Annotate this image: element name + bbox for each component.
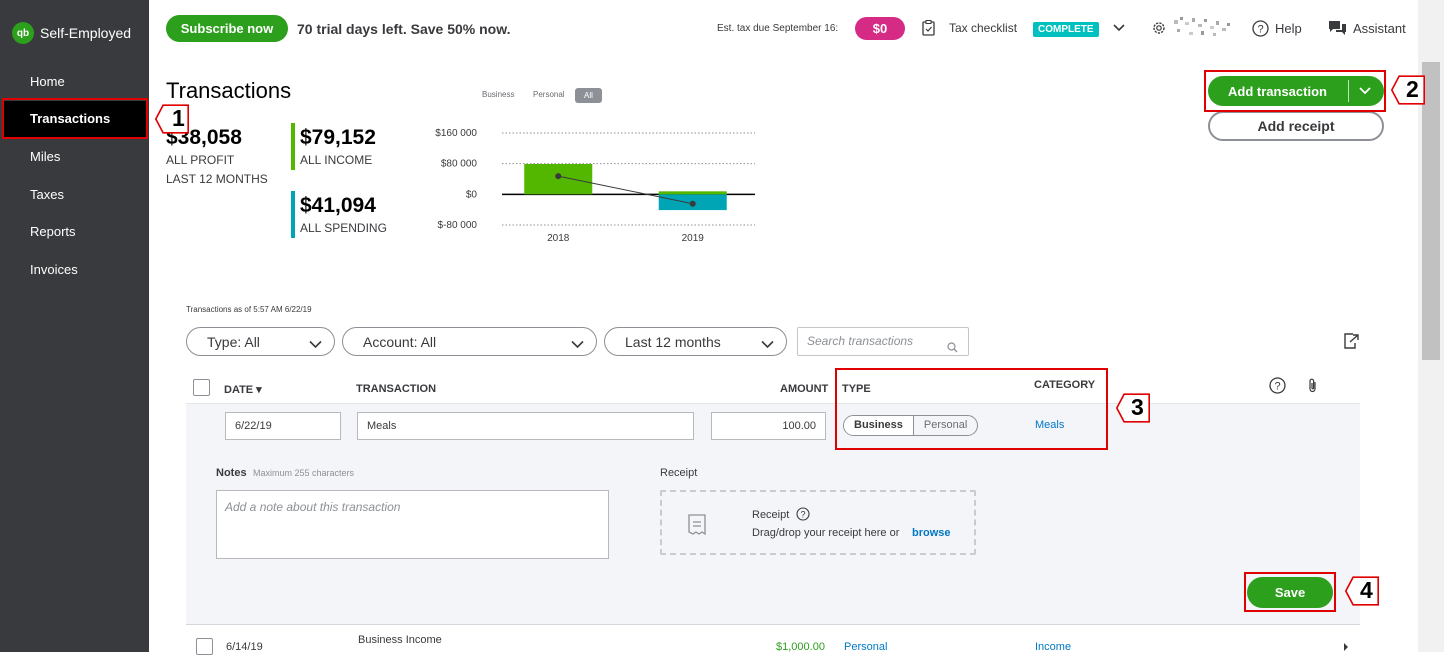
callout-2-number: 2 <box>1406 76 1419 102</box>
y-tick-label: $80 000 <box>441 159 478 170</box>
est-tax-badge[interactable]: $0 <box>855 17 905 40</box>
quickbooks-logo-icon: qb <box>12 22 34 44</box>
y-tick-label: $-80 000 <box>438 220 478 231</box>
row-transaction[interactable]: Business Income <box>358 634 442 646</box>
help-icon[interactable]: ? <box>796 507 810 526</box>
receipt-dropzone[interactable]: Receipt ? Drag/drop your receipt here or… <box>660 490 976 555</box>
period-filter-label: Last 12 months <box>625 333 721 350</box>
trial-message: 70 trial days left. Save 50% now. <box>297 21 511 37</box>
period-filter-dropdown[interactable]: Last 12 months <box>604 327 787 356</box>
svg-text:?: ? <box>800 510 805 520</box>
notes-label: Notes <box>216 467 247 479</box>
spending-label: ALL SPENDING <box>300 221 387 235</box>
x-tick-label: 2018 <box>547 233 570 244</box>
y-tick-label: $160 000 <box>435 128 477 139</box>
highlight-type-category <box>835 368 1108 450</box>
sidebar-item-taxes[interactable]: Taxes <box>0 177 149 213</box>
help-link[interactable]: Help <box>1275 21 1302 36</box>
highlight-save <box>1244 572 1336 612</box>
browse-link[interactable]: browse <box>912 527 951 539</box>
transaction-column-header[interactable]: TRANSACTION <box>356 383 436 395</box>
income-label: ALL INCOME <box>300 153 373 167</box>
receipt-box-title: Receipt <box>752 509 790 521</box>
highlight-add-transaction <box>1204 70 1386 112</box>
chevron-down-icon <box>761 336 774 352</box>
row-expand-icon[interactable] <box>1342 643 1350 651</box>
row-category-link[interactable]: Income <box>1035 641 1071 653</box>
type-filter-dropdown[interactable]: Type: All <box>186 327 335 356</box>
notes-hint: Maximum 255 characters <box>253 468 355 478</box>
highlight-transactions <box>2 98 148 139</box>
brand[interactable]: qb Self-Employed <box>12 22 131 44</box>
account-filter-dropdown[interactable]: Account: All <box>342 327 597 356</box>
brand-name: Self-Employed <box>40 25 132 41</box>
profit-period: LAST 12 MONTHS <box>166 172 268 186</box>
sidebar-item-reports[interactable]: Reports <box>0 214 149 250</box>
est-tax-label: Est. tax due September 16: <box>717 23 839 34</box>
complete-badge: COMPLETE <box>1033 22 1099 37</box>
search-icon[interactable] <box>947 336 958 363</box>
chart-toggle-business[interactable]: Business <box>482 90 514 99</box>
chevron-down-icon <box>309 336 322 352</box>
x-tick-label: 2019 <box>682 233 705 244</box>
svg-text:?: ? <box>1274 380 1280 392</box>
receipt-box-text: Drag/drop your receipt here or <box>752 527 900 539</box>
receipt-icon <box>686 514 708 541</box>
assistant-link[interactable]: Assistant <box>1353 21 1406 36</box>
profit-label: ALL PROFIT <box>166 153 235 167</box>
assistant-chat-icon[interactable] <box>1327 19 1347 37</box>
income-bar <box>658 191 727 195</box>
row-date: 6/14/19 <box>226 641 263 653</box>
amount-input[interactable]: 100.00 <box>711 412 826 440</box>
sidebar-item-miles[interactable]: Miles <box>0 139 149 175</box>
profit-point <box>689 200 696 207</box>
search-transactions-input[interactable]: Search transactions <box>797 327 969 356</box>
row-type-link[interactable]: Personal <box>844 641 887 653</box>
row-amount: $1,000.00 <box>776 641 825 653</box>
chevron-down-icon[interactable] <box>1112 21 1126 35</box>
income-spending-chart: $160 000 $80 000 $0 $-80 000 2018 2019 <box>435 128 755 244</box>
notes-textarea[interactable]: Add a note about this transaction <box>216 490 609 559</box>
account-filter-label: Account: All <box>363 333 437 350</box>
receipt-label: Receipt <box>660 467 698 479</box>
callout-4-number: 4 <box>1360 577 1373 603</box>
profit-point <box>555 173 562 180</box>
spending-color-bar <box>291 191 295 238</box>
help-icon[interactable]: ? <box>1251 19 1269 37</box>
sidebar-item-home[interactable]: Home <box>0 64 149 100</box>
spending-value: $41,094 <box>300 194 376 217</box>
row-checkbox[interactable] <box>196 638 213 655</box>
tax-checklist-link[interactable]: Tax checklist <box>949 21 1017 35</box>
export-icon[interactable] <box>1341 331 1361 351</box>
chart-toggle-personal[interactable]: Personal <box>533 90 565 99</box>
subscribe-now-button[interactable]: Subscribe now <box>166 15 288 42</box>
date-column-header[interactable]: DATE ▾ <box>224 383 262 396</box>
income-color-bar <box>291 123 295 170</box>
chart-toggle-all[interactable]: All <box>575 88 602 103</box>
search-placeholder: Search transactions <box>807 334 914 348</box>
transactions-as-of: Transactions as of 5:57 AM 6/22/19 <box>186 305 312 314</box>
income-bar <box>524 163 593 195</box>
callout-3-number: 3 <box>1131 394 1144 420</box>
clipboard-icon <box>920 19 936 37</box>
callout-1-number: 1 <box>172 105 185 131</box>
chevron-down-icon <box>571 336 584 352</box>
svg-text:?: ? <box>1257 23 1263 35</box>
sidebar-item-invoices[interactable]: Invoices <box>0 252 149 288</box>
gear-icon[interactable] <box>1150 19 1168 37</box>
attachment-icon <box>1306 376 1320 394</box>
y-tick-label: $0 <box>466 189 478 200</box>
type-filter-label: Type: All <box>207 333 260 350</box>
add-receipt-button[interactable]: Add receipt <box>1208 111 1384 141</box>
company-name-redacted[interactable] <box>1172 14 1234 40</box>
date-input[interactable]: 6/22/19 <box>225 412 341 440</box>
amount-column-header[interactable]: AMOUNT <box>780 383 828 395</box>
income-value: $79,152 <box>300 126 376 149</box>
notes-placeholder: Add a note about this transaction <box>225 500 401 514</box>
transaction-name-input[interactable]: Meals <box>357 412 694 440</box>
help-icon[interactable]: ? <box>1268 376 1286 394</box>
select-all-checkbox[interactable] <box>193 379 210 396</box>
